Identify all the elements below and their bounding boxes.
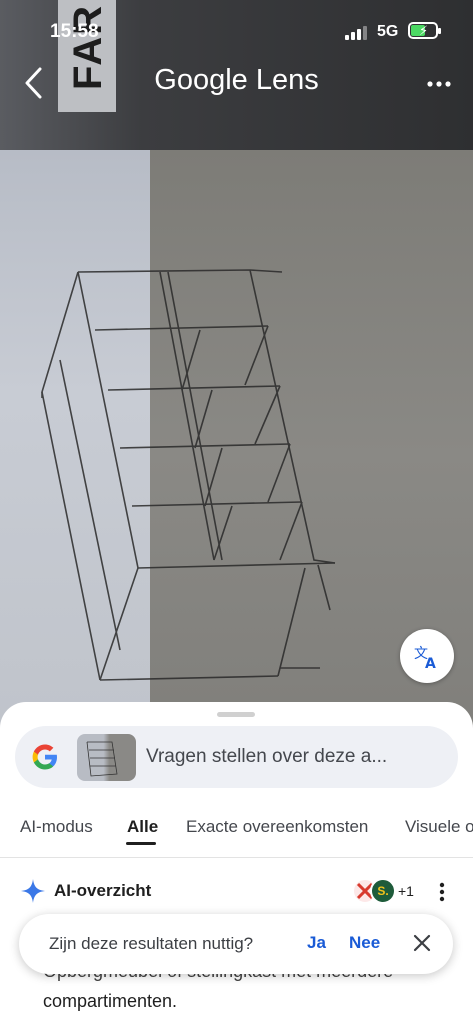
- feedback-no-button[interactable]: Nee: [349, 933, 380, 953]
- tab-exacte-overeenkomsten[interactable]: Exacte overeenkomsten: [186, 817, 368, 837]
- close-icon[interactable]: [409, 930, 435, 956]
- status-bar: 15:58 5G ⚡: [0, 0, 473, 56]
- results-sheet[interactable]: Vragen stellen over deze a... AI-modus A…: [0, 702, 473, 1024]
- ai-overview-line-2: compartimenten.: [43, 991, 178, 1011]
- battery-icon: ⚡: [408, 22, 441, 39]
- ai-overview-title: AI-overzicht: [54, 881, 152, 900]
- ai-sparkle-icon: [21, 879, 45, 903]
- translate-icon: 文 A: [414, 646, 436, 671]
- ai-overview-header: AI-overzicht S. +1: [0, 872, 473, 912]
- thumbnail-sketch: [86, 741, 118, 777]
- more-vertical-icon[interactable]: [432, 878, 452, 906]
- source-avatars[interactable]: S.: [352, 878, 400, 906]
- svg-text:A: A: [425, 656, 436, 671]
- more-horizontal-icon: [427, 81, 451, 87]
- search-input[interactable]: Vragen stellen over deze a...: [15, 726, 458, 788]
- status-time: 15:58: [50, 21, 99, 42]
- result-tabs: AI-modus Alle Exacte overeenkomsten Visu…: [0, 802, 473, 858]
- active-tab-indicator: [126, 842, 156, 845]
- feedback-question: Zijn deze resultaten nuttig?: [49, 934, 254, 953]
- tab-alle[interactable]: Alle: [127, 817, 158, 837]
- tab-visuele[interactable]: Visuele o: [405, 817, 473, 837]
- translate-button[interactable]: 文 A: [400, 629, 454, 683]
- feedback-yes-button[interactable]: Ja: [307, 933, 326, 953]
- signal-icon: [345, 24, 371, 40]
- google-g-icon: [32, 744, 57, 770]
- source-count: +1: [398, 883, 414, 899]
- tab-ai-modus[interactable]: AI-modus: [20, 817, 93, 837]
- network-label: 5G: [377, 23, 399, 40]
- sheet-drag-handle[interactable]: [217, 712, 255, 717]
- page-title: Google Lens: [154, 64, 319, 96]
- search-placeholder: Vragen stellen over deze a...: [146, 746, 388, 767]
- image-thumbnail[interactable]: [77, 734, 136, 781]
- more-button[interactable]: [422, 70, 456, 98]
- source-avatar-2: S.: [370, 878, 396, 904]
- feedback-toast: Zijn deze resultaten nuttig? Ja Nee: [19, 914, 453, 974]
